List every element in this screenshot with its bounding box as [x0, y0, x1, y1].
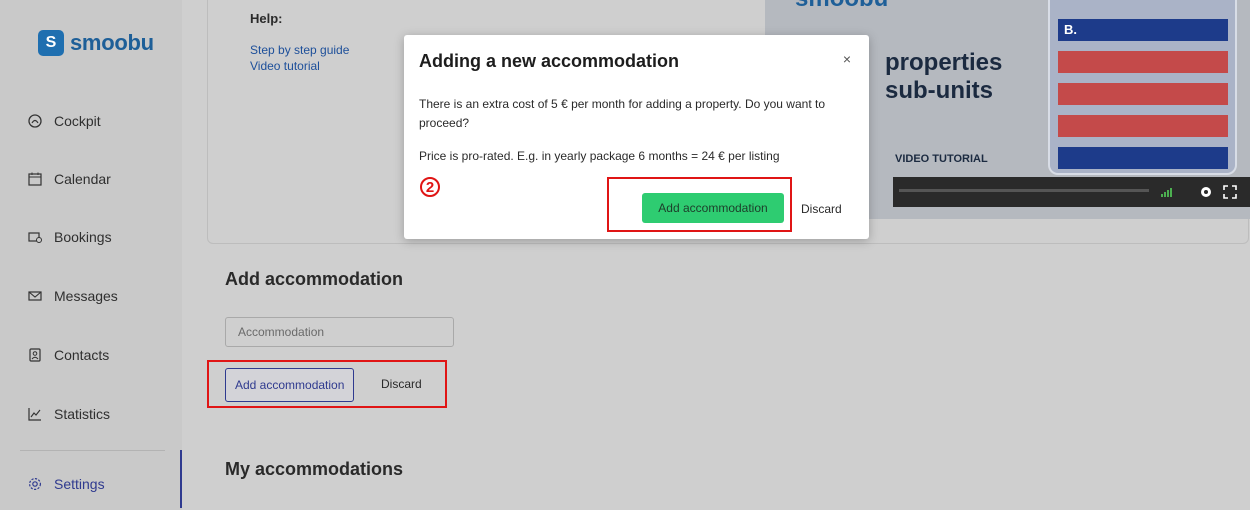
logo-mark: S: [38, 30, 64, 56]
dialog-title: Adding a new accommodation: [419, 51, 680, 71]
sidebar-item-messages[interactable]: Messages: [28, 288, 118, 304]
sidebar-item-label: Messages: [54, 288, 118, 304]
vrbo-strip: [1058, 115, 1228, 137]
bookings-icon: [28, 232, 42, 243]
video-label: VIDEO TUTORIAL: [895, 153, 988, 165]
sidebar: S smoobu Cockpit Calendar Bookings Messa…: [0, 0, 182, 510]
cockpit-icon: [28, 114, 42, 128]
dialog-discard-button[interactable]: Discard: [801, 202, 842, 216]
add-accommodation-title: Add accommodation: [225, 269, 404, 289]
video-progress-bar[interactable]: [899, 189, 1149, 192]
strip: [1058, 83, 1228, 105]
calendar-icon: [28, 172, 42, 186]
sidebar-item-settings[interactable]: Settings: [28, 476, 105, 492]
signal-icon: [1161, 188, 1172, 197]
sidebar-item-label: Cockpit: [54, 113, 101, 129]
strip: [1058, 147, 1228, 169]
sidebar-item-calendar[interactable]: Calendar: [28, 171, 111, 187]
booking-strip: B.: [1058, 19, 1228, 41]
sidebar-item-contacts[interactable]: Contacts: [28, 347, 109, 363]
sidebar-item-label: Settings: [54, 476, 105, 492]
highlight-box: [207, 360, 447, 408]
sidebar-item-cockpit[interactable]: Cockpit: [28, 113, 101, 129]
dialog-message: There is an extra cost of 5 € per month …: [419, 97, 825, 130]
logo-text: smoobu: [70, 30, 154, 55]
video-headline-2: sub-units: [885, 77, 993, 104]
sidebar-item-label: Bookings: [54, 229, 112, 245]
gear-icon: [28, 477, 42, 491]
highlight-box: [607, 177, 792, 232]
chart-icon: [28, 408, 41, 421]
sidebar-item-bookings[interactable]: Bookings: [28, 229, 112, 245]
sidebar-item-statistics[interactable]: Statistics: [28, 406, 110, 422]
dialog-price-note: Price is pro-rated. E.g. in yearly packa…: [419, 149, 780, 163]
airbnb-strip: [1058, 51, 1228, 73]
sidebar-divider: [20, 450, 165, 451]
video-brand-logo: smoobu: [795, 0, 888, 13]
step-marker: 2: [420, 177, 440, 197]
video-controls[interactable]: [893, 177, 1250, 207]
sidebar-item-label: Calendar: [54, 171, 111, 187]
envelope-icon: [28, 291, 42, 301]
sidebar-item-label: Contacts: [54, 347, 110, 363]
brand-logo[interactable]: S smoobu: [38, 30, 154, 56]
help-link-video[interactable]: Video tutorial: [250, 59, 320, 73]
help-link-guide[interactable]: Step by step guide: [250, 43, 349, 57]
fullscreen-icon[interactable]: [1223, 185, 1237, 199]
help-title: Help:: [250, 11, 283, 26]
video-phone-graphic: B.: [1048, 0, 1237, 175]
my-accommodations-title: My accommodations: [225, 459, 404, 479]
close-icon[interactable]: ×: [843, 51, 851, 67]
sidebar-item-label: Statistics: [54, 406, 111, 422]
contacts-icon: [29, 348, 41, 362]
active-indicator: [180, 450, 182, 508]
video-headline-1: properties: [885, 49, 1003, 76]
accommodation-input[interactable]: [225, 317, 454, 347]
gear-icon[interactable]: [1199, 185, 1213, 199]
